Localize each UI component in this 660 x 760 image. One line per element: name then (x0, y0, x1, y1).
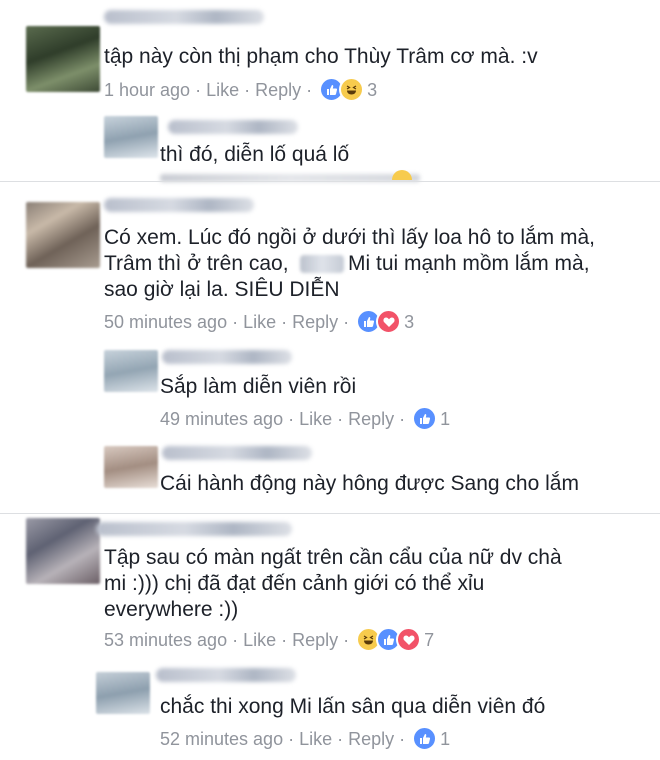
comment-text-line: Trâm thì ở trên cao, (104, 252, 289, 275)
reaction-count: 3 (404, 311, 415, 332)
reactions[interactable]: 7 (356, 627, 434, 652)
separator: · (399, 408, 406, 429)
author-name-blurred[interactable] (162, 446, 312, 460)
avatar[interactable] (26, 26, 100, 92)
author-name-blurred[interactable] (104, 10, 264, 24)
love-icon (376, 309, 402, 334)
comment-meta: 52 minutes ago · Like · Reply · 1 (160, 726, 450, 751)
like-link[interactable]: Like (299, 728, 332, 750)
separator: · (232, 629, 239, 650)
avatar[interactable] (104, 350, 158, 392)
like-link[interactable]: Like (299, 408, 332, 430)
author-name-blurred[interactable] (96, 522, 292, 536)
like-icon (412, 406, 438, 431)
timestamp[interactable]: 53 minutes ago (104, 629, 227, 651)
comment-text: Cái hành động này hông được Sang cho lắm (160, 472, 579, 495)
separator: · (337, 408, 344, 429)
separator: · (343, 311, 350, 332)
author-name-blurred[interactable] (168, 120, 298, 134)
timestamp[interactable]: 52 minutes ago (160, 728, 283, 750)
reply-link[interactable]: Reply (292, 629, 338, 651)
haha-icon (392, 170, 412, 180)
love-icon (396, 627, 422, 652)
comment-meta: 53 minutes ago · Like · Reply · 7 (104, 627, 434, 652)
comment-text: Sắp làm diễn viên rồi (160, 375, 357, 398)
avatar[interactable] (104, 116, 158, 158)
haha-icon (339, 77, 365, 102)
author-name-blurred[interactable] (162, 350, 292, 364)
timestamp[interactable]: 49 minutes ago (160, 408, 283, 430)
separator: · (232, 311, 239, 332)
author-name-blurred[interactable] (104, 198, 254, 212)
separator: · (288, 408, 295, 429)
comment-meta: 49 minutes ago · Like · Reply · 1 (160, 406, 450, 431)
comment-text-line: Mi tui mạnh mồm lắm mà, (348, 252, 590, 275)
separator: · (399, 728, 406, 749)
comment-meta: 50 minutes ago · Like · Reply · 3 (104, 309, 414, 334)
reactions[interactable]: 1 (412, 406, 450, 431)
divider (0, 513, 660, 514)
reply-link[interactable]: Reply (292, 311, 338, 333)
separator: · (343, 629, 350, 650)
separator: · (306, 79, 313, 100)
comment-text-line: Có xem. Lúc đó ngồi ở dưới thì lấy loa h… (104, 226, 595, 249)
timestamp[interactable]: 1 hour ago (104, 79, 190, 101)
like-link[interactable]: Like (243, 629, 276, 651)
avatar[interactable] (26, 518, 100, 584)
reactions[interactable]: 3 (356, 309, 414, 334)
reaction-count: 3 (367, 79, 378, 100)
timestamp[interactable]: 50 minutes ago (104, 311, 227, 333)
reply-link[interactable]: Reply (255, 79, 301, 101)
comment-text-line: mi :))) chị đã đạt đến cảnh giới có thể … (104, 572, 485, 595)
reactions[interactable]: 1 (412, 726, 450, 751)
comment-meta: 1 hour ago · Like · Reply · 3 (104, 77, 377, 102)
divider (0, 181, 660, 182)
separator: · (288, 728, 295, 749)
like-icon (412, 726, 438, 751)
like-link[interactable]: Like (243, 311, 276, 333)
comment-text: tập này còn thị phạm cho Thùy Trâm cơ mà… (104, 45, 538, 68)
comment-text-line: sao giờ lại la. SIÊU DIỄN (104, 278, 340, 301)
separator: · (337, 728, 344, 749)
separator: · (244, 79, 251, 100)
comment-text-line: everywhere :)) (104, 598, 239, 621)
reaction-count: 1 (440, 408, 451, 429)
censored-name (300, 255, 344, 273)
reactions[interactable]: 3 (319, 77, 377, 102)
avatar[interactable] (26, 202, 100, 268)
separator: · (281, 629, 288, 650)
separator: · (281, 311, 288, 332)
author-name-blurred[interactable] (156, 668, 296, 682)
avatar[interactable] (96, 672, 150, 714)
reaction-count: 1 (440, 728, 451, 749)
comment-text: thì đó, diễn lố quá lố (160, 143, 350, 166)
comment-text: chắc thi xong Mi lấn sân qua diễn viên đ… (160, 695, 546, 718)
like-link[interactable]: Like (206, 79, 239, 101)
avatar[interactable] (104, 446, 158, 488)
reply-link[interactable]: Reply (348, 728, 394, 750)
separator: · (195, 79, 202, 100)
reaction-count: 7 (424, 629, 435, 650)
comment-text-line: Tập sau có màn ngất trên cần cẩu của nữ … (104, 546, 562, 569)
reply-link[interactable]: Reply (348, 408, 394, 430)
